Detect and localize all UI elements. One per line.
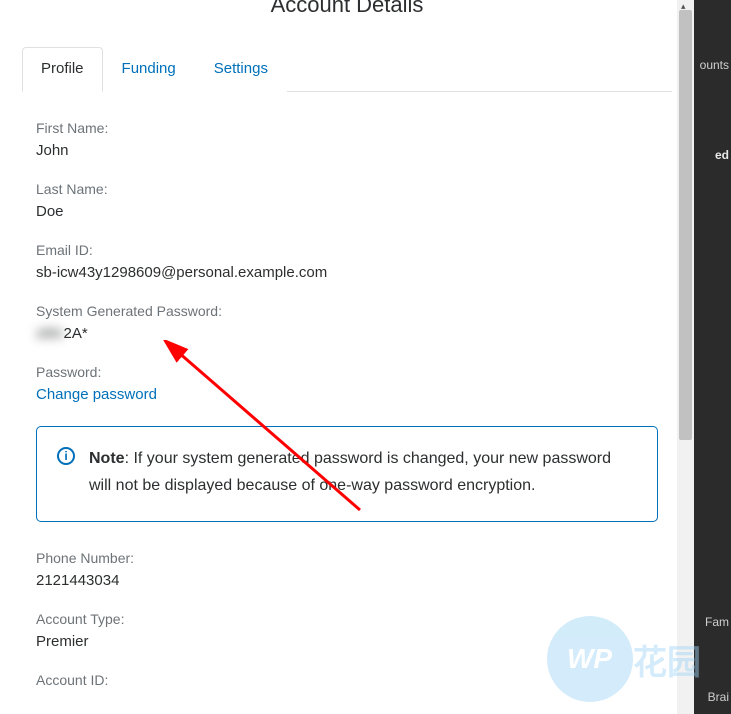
note-body: : If your system generated password is c…	[89, 450, 611, 494]
label-phone: Phone Number:	[36, 550, 658, 566]
info-icon: i	[57, 447, 75, 465]
tab-profile[interactable]: Profile	[22, 47, 103, 92]
label-account-type: Account Type:	[36, 611, 658, 627]
bg-text: ounts	[700, 58, 729, 72]
tab-funding[interactable]: Funding	[103, 47, 195, 92]
tab-settings[interactable]: Settings	[195, 47, 287, 92]
tab-bar: Profile Funding Settings	[22, 46, 672, 92]
value-account-type: Premier	[36, 633, 658, 650]
label-system-password: System Generated Password:	[36, 303, 658, 319]
note-text: Note: If your system generated password …	[89, 445, 637, 499]
note-box: i Note: If your system generated passwor…	[36, 426, 658, 522]
label-account-id: Account ID:	[36, 672, 658, 688]
label-email-id: Email ID:	[36, 242, 658, 258]
scrollbar-thumb[interactable]	[679, 10, 692, 440]
value-system-password: xMv2A*	[36, 325, 658, 342]
field-last-name: Last Name: Doe	[36, 181, 658, 220]
change-password-link[interactable]: Change password	[36, 386, 157, 403]
note-bold: Note	[89, 450, 125, 467]
field-system-password: System Generated Password: xMv2A*	[36, 303, 658, 342]
background-app-strip: ounts ed Fam Brai	[691, 0, 731, 714]
field-account-id: Account ID:	[36, 672, 658, 688]
field-email-id: Email ID: sb-icw43y1298609@personal.exam…	[36, 242, 658, 281]
page-title: Account Details	[0, 0, 694, 18]
field-account-type: Account Type: Premier	[36, 611, 658, 650]
bg-text: Fam	[705, 615, 729, 629]
value-last-name: Doe	[36, 203, 658, 220]
scrollbar-track[interactable]: ▴	[677, 0, 694, 714]
label-first-name: First Name:	[36, 120, 658, 136]
label-last-name: Last Name:	[36, 181, 658, 197]
bg-text: Brai	[708, 690, 729, 704]
field-first-name: First Name: John	[36, 120, 658, 159]
bg-text: ed	[715, 148, 729, 162]
password-masked-part: xMv	[36, 325, 64, 342]
account-details-modal: ▴ Account Details Profile Funding Settin…	[0, 0, 694, 714]
password-visible-part: 2A*	[64, 325, 88, 342]
value-email-id: sb-icw43y1298609@personal.example.com	[36, 264, 658, 281]
value-first-name: John	[36, 142, 658, 159]
field-password: Password: Change password	[36, 364, 658, 404]
field-phone: Phone Number: 2121443034	[36, 550, 658, 589]
label-password: Password:	[36, 364, 658, 380]
value-phone: 2121443034	[36, 572, 658, 589]
